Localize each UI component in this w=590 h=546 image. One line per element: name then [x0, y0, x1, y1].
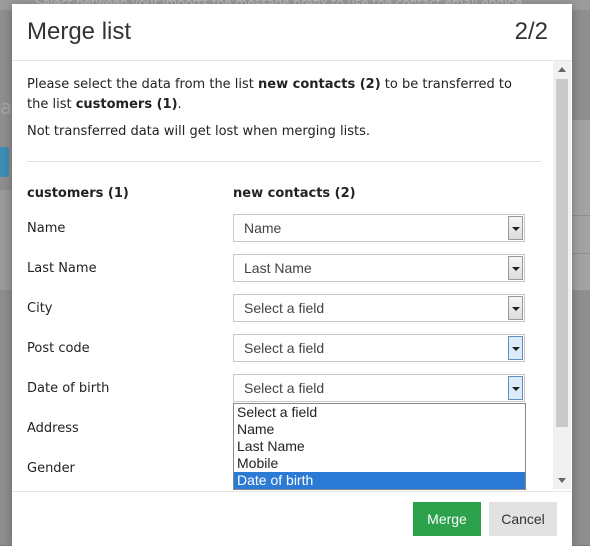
- select-value: Select a field: [244, 340, 325, 356]
- scrollbar-thumb[interactable]: [556, 79, 568, 427]
- customers-column-header: customers (1): [27, 186, 129, 201]
- chevron-down-icon[interactable]: [508, 296, 523, 320]
- intro-source-list: new contacts (2): [258, 77, 381, 92]
- chevron-down-icon[interactable]: [508, 216, 523, 240]
- field-label-gender: Gender: [27, 461, 75, 476]
- chevron-down-icon[interactable]: [508, 376, 523, 400]
- dropdown-option[interactable]: Mobile: [234, 455, 525, 472]
- chevron-down-icon[interactable]: [508, 336, 523, 360]
- background-button: [0, 147, 9, 177]
- field-label-address: Address: [27, 421, 79, 436]
- dropdown-option-selected[interactable]: Date of birth: [234, 472, 525, 489]
- name-select[interactable]: Name: [233, 214, 525, 242]
- scroll-down-icon[interactable]: [558, 478, 566, 483]
- cancel-button[interactable]: Cancel: [489, 502, 557, 536]
- modal-body: Please select the data from the list new…: [12, 61, 572, 491]
- background-right-strip: [572, 120, 590, 290]
- city-select[interactable]: Select a field: [233, 294, 525, 322]
- dropdown-option[interactable]: Name: [234, 421, 525, 438]
- select-value: Select a field: [244, 300, 325, 316]
- modal-footer: Merge Cancel: [12, 491, 572, 546]
- field-label-post-code: Post code: [27, 341, 90, 356]
- modal-header: Merge list 2/2: [12, 4, 572, 61]
- background-left-strip: [0, 190, 12, 290]
- select-value: Last Name: [244, 260, 312, 276]
- modal-scrollbar[interactable]: [553, 61, 571, 489]
- dropdown-option[interactable]: Select a field: [234, 404, 525, 421]
- scroll-up-icon[interactable]: [558, 67, 566, 72]
- chevron-down-icon[interactable]: [508, 256, 523, 280]
- intro-text: Please select the data from the list new…: [27, 75, 537, 115]
- divider: [27, 161, 541, 162]
- merge-button[interactable]: Merge: [413, 502, 481, 536]
- background-divider: [572, 253, 590, 254]
- post-code-select[interactable]: Select a field: [233, 334, 525, 362]
- field-label-city: City: [27, 301, 53, 316]
- merge-list-modal: Merge list 2/2 Please select the data fr…: [12, 4, 572, 546]
- intro-suffix: .: [177, 97, 182, 112]
- date-of-birth-dropdown-list: Select a field Name Last Name Mobile Dat…: [233, 403, 526, 490]
- intro-target-list: customers (1): [75, 97, 178, 112]
- select-value: Name: [244, 220, 282, 236]
- field-label-date-of-birth: Date of birth: [27, 381, 110, 396]
- last-name-select[interactable]: Last Name: [233, 254, 525, 282]
- select-value: Select a field: [244, 380, 325, 396]
- date-of-birth-select[interactable]: Select a field: [233, 374, 525, 402]
- field-label-name: Name: [27, 221, 66, 236]
- step-indicator: 2/2: [514, 18, 548, 45]
- intro-prefix: Please select the data from the list: [27, 77, 259, 92]
- merge-warning-note: Not transferred data will get lost when …: [27, 124, 371, 139]
- modal-title: Merge list: [27, 18, 132, 45]
- new-contacts-column-header: new contacts (2): [233, 186, 356, 201]
- dropdown-option[interactable]: Last Name: [234, 438, 525, 455]
- field-label-last-name: Last Name: [27, 261, 97, 276]
- background-divider: [572, 215, 590, 216]
